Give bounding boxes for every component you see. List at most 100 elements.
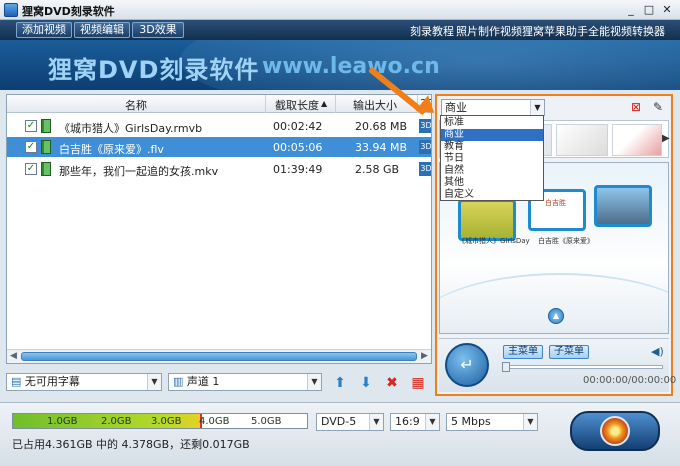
close-button[interactable]: ✕ — [660, 3, 674, 17]
disc-type-value: DVD-5 — [321, 415, 357, 428]
burn-disc-icon — [600, 416, 630, 446]
row-checkbox[interactable]: ✓ — [25, 120, 37, 132]
maximize-button[interactable]: □ — [642, 3, 656, 17]
theme-option[interactable]: 自定义 — [441, 189, 543, 201]
file-size: 2.58 GB — [355, 163, 400, 176]
theme-option[interactable]: 教育 — [441, 141, 543, 153]
subtitle-select[interactable]: ▤ 无可用字幕 ▼ — [6, 373, 162, 391]
theme-option[interactable]: 标准 — [441, 117, 543, 129]
menu-bar: 添加视频 视频编辑 3D效果 刻录教程 照片制作视频 狸窝苹果助手 全能视频转换… — [0, 20, 680, 40]
theme-thumbnail[interactable] — [556, 124, 608, 156]
playback-time: 00:00:00/00:00:00 — [583, 375, 677, 386]
column-name[interactable]: 名称 — [125, 97, 147, 113]
file-size: 33.94 MB — [355, 141, 408, 154]
chevron-down-icon: ▼ — [523, 414, 537, 430]
disc-capacity-bar: 1.0GB 2.0GB 3.0GB 4.0GB 5.0GB — [12, 413, 308, 429]
bitrate-select[interactable]: 5 Mbps ▼ — [446, 413, 538, 431]
status-bar: 1.0GB 2.0GB 3.0GB 4.0GB 5.0GB 已占用4.361GB… — [0, 402, 680, 466]
decorative-curve — [440, 273, 668, 333]
scroll-left-icon[interactable]: ◀ — [10, 351, 17, 361]
file-duration: 00:02:42 — [273, 120, 323, 133]
minimize-button[interactable]: _ — [624, 3, 638, 17]
capacity-label: 2.0GB — [101, 416, 132, 427]
chevron-down-icon: ▼ — [369, 414, 383, 430]
capacity-label: 5.0GB — [251, 416, 282, 427]
preview-player: ↵ 主菜单 子菜单 ◀) 00:00:00/00:00:00 — [439, 338, 676, 392]
window-title: 狸窝DVD刻录软件 — [22, 5, 115, 18]
frame-label: 《城市猎人》GirlsDay — [458, 237, 530, 245]
column-separator — [265, 95, 266, 113]
move-down-icon[interactable]: ⬇ — [358, 375, 374, 391]
video-edit-button[interactable]: 视频编辑 — [74, 22, 130, 38]
file-duration: 00:05:06 — [273, 141, 323, 154]
aspect-select[interactable]: 16:9 ▼ — [390, 413, 440, 431]
video-file-icon — [41, 162, 51, 176]
capacity-label: 1.0GB — [47, 416, 78, 427]
navigation-wheel-icon[interactable]: ↵ — [445, 343, 489, 387]
scroll-right-icon[interactable]: ▶ — [421, 351, 428, 361]
file-size: 20.68 MB — [355, 120, 408, 133]
audio-track-select[interactable]: ▥ 声道 1 ▼ — [168, 373, 322, 391]
video-converter-link[interactable]: 全能视频转换器 — [588, 23, 665, 39]
eject-icon[interactable]: ▲ — [548, 308, 564, 324]
preview-frame-3[interactable] — [594, 185, 652, 227]
horizontal-scrollbar[interactable]: ◀ ▶ — [7, 349, 431, 363]
scrollbar-thumb[interactable] — [21, 352, 417, 361]
row-checkbox[interactable]: ✓ — [25, 163, 37, 175]
theme-select[interactable]: 商业 ▼ — [441, 99, 545, 116]
3d-badge-icon[interactable]: 3D — [419, 119, 431, 133]
sort-up-icon: ▲ — [321, 99, 328, 108]
theme-dropdown-list: 标准 商业 教育 节日 自然 其他 自定义 — [440, 115, 544, 201]
edit-menu-icon[interactable]: ✎ — [651, 100, 665, 114]
column-size[interactable]: 输出大小 — [353, 97, 397, 113]
banner-url: www.leawo.cn — [262, 54, 440, 79]
table-row[interactable]: ✓ 《城市猎人》GirlsDay.rmvb 00:02:42 20.68 MB … — [7, 116, 431, 136]
add-video-button[interactable]: 添加视频 — [16, 22, 72, 38]
photo-video-link[interactable]: 照片制作视频 — [456, 23, 522, 39]
banner: 狸窝DVD刻录软件 www.leawo.cn — [0, 40, 680, 90]
preview-frame-1[interactable] — [458, 199, 516, 241]
seek-bar[interactable] — [502, 362, 663, 372]
table-row[interactable]: ✓ 白吉胜《原来爱》.flv 00:05:06 33.94 MB 3D — [7, 137, 431, 157]
theme-option[interactable]: 节日 — [441, 153, 543, 165]
theme-option[interactable]: 商业 — [441, 129, 543, 141]
clear-list-icon[interactable]: ▦ — [410, 375, 426, 391]
apple-helper-link[interactable]: 狸窝苹果助手 — [522, 23, 588, 39]
theme-select-value: 商业 — [445, 101, 467, 114]
preview-caption: 白吉胜 — [545, 199, 566, 207]
3d-effect-button[interactable]: 3D效果 — [132, 22, 184, 38]
theme-thumbnail[interactable] — [612, 124, 662, 156]
video-file-icon — [41, 140, 51, 154]
column-duration[interactable]: 截取长度 — [275, 97, 319, 113]
disc-type-select[interactable]: DVD-5 ▼ — [316, 413, 384, 431]
delete-menu-icon[interactable]: ⊠ — [629, 100, 643, 114]
chevron-down-icon: ▼ — [147, 374, 161, 390]
usage-text: 已占用4.361GB 中的 4.378GB，还剩0.017GB — [12, 438, 250, 451]
chevron-down-icon: ▼ — [530, 100, 544, 115]
file-name: 白吉胜《原来爱》.flv — [59, 143, 164, 156]
subtitle-icon: ▤ — [11, 375, 22, 388]
aspect-value: 16:9 — [395, 415, 420, 428]
chevron-down-icon: ▼ — [425, 414, 439, 430]
burn-button[interactable] — [570, 411, 660, 451]
seek-knob[interactable] — [502, 362, 510, 372]
move-up-icon[interactable]: ⬆ — [332, 375, 348, 391]
theme-option[interactable]: 其他 — [441, 177, 543, 189]
chevron-right-icon[interactable]: ▶ — [662, 131, 670, 147]
main-menu-button[interactable]: 主菜单 — [503, 345, 543, 359]
delete-icon[interactable]: ✖ — [384, 375, 400, 391]
theme-option[interactable]: 自然 — [441, 165, 543, 177]
3d-badge-icon[interactable]: 3D — [419, 162, 431, 176]
column-separator — [335, 95, 336, 113]
subtitle-value: 无可用字幕 — [24, 375, 80, 388]
volume-icon[interactable]: ◀) — [651, 345, 664, 358]
list-header: 名称 截取长度 ▲ 输出大小 3D — [7, 95, 431, 113]
burn-tutorial-link[interactable]: 刻录教程 — [410, 23, 454, 39]
3d-badge-icon[interactable]: 3D — [419, 140, 431, 154]
sub-menu-button[interactable]: 子菜单 — [549, 345, 589, 359]
table-row[interactable]: ✓ 那些年，我们一起追的女孩.mkv 01:39:49 2.58 GB 3D — [7, 159, 431, 179]
chevron-down-icon: ▼ — [307, 374, 321, 390]
audio-track-icon: ▥ — [173, 375, 184, 388]
row-checkbox[interactable]: ✓ — [25, 141, 37, 153]
capacity-label: 3.0GB — [151, 416, 182, 427]
